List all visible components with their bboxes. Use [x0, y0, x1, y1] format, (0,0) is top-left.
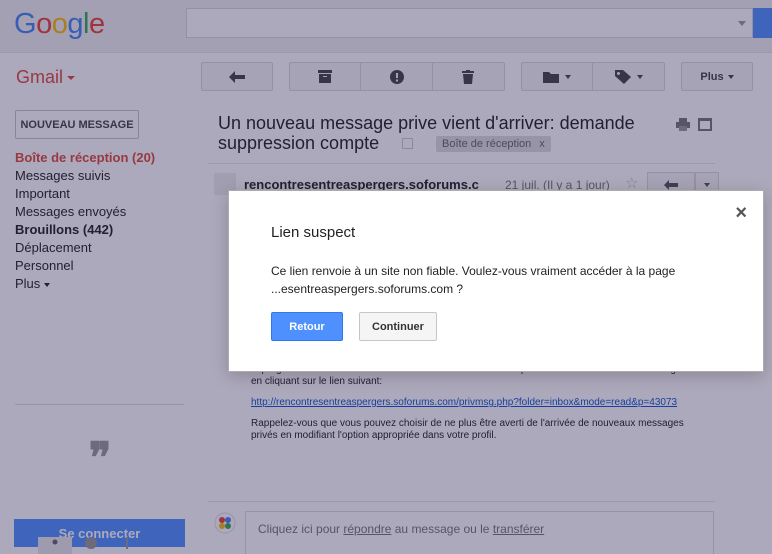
dialog-title: Lien suspect: [271, 224, 356, 241]
continue-button[interactable]: Continuer: [359, 312, 437, 341]
dialog-url-line: ...esentreaspergers.soforums.com ?: [271, 282, 464, 296]
suspicious-link-dialog: × Lien suspect Ce lien renvoie à un site…: [228, 190, 764, 372]
close-icon[interactable]: ×: [735, 203, 747, 223]
gmail-window: Google Gmail Plus NOUVEAU MESSAGE Boîte …: [0, 0, 772, 554]
back-dialog-button[interactable]: Retour: [271, 312, 343, 341]
dialog-message: Ce lien renvoie à un site non fiable. Vo…: [271, 262, 741, 298]
dialog-message-line: Ce lien renvoie à un site non fiable. Vo…: [271, 264, 676, 278]
